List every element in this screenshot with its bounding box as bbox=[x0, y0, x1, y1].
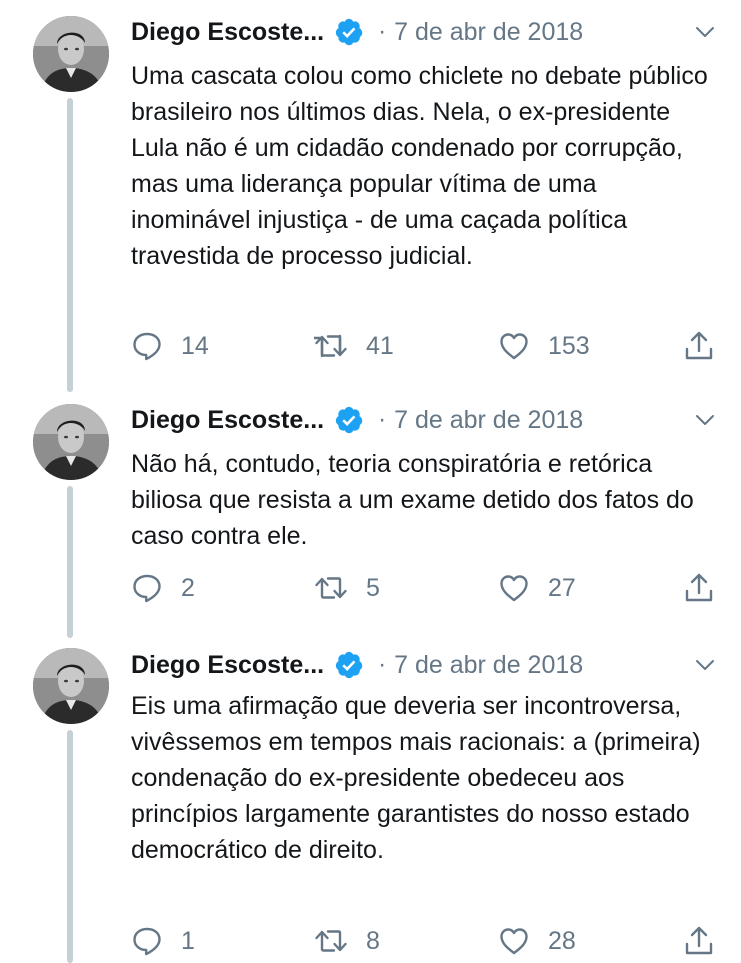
heart-icon bbox=[498, 572, 530, 604]
tweet-text: Uma cascata colou como chiclete no debat… bbox=[131, 62, 708, 270]
tweet-date[interactable]: 7 de abr de 2018 bbox=[394, 18, 583, 47]
tweet-header: Diego Escoste... · 7 de abr de 2018 bbox=[131, 14, 721, 50]
like-count: 153 bbox=[548, 331, 590, 360]
author-name[interactable]: Diego Escoste... bbox=[131, 406, 324, 435]
share-button[interactable] bbox=[683, 923, 715, 959]
retweet-count: 41 bbox=[366, 331, 394, 360]
reply-count: 1 bbox=[181, 926, 195, 955]
reply-count: 2 bbox=[181, 573, 195, 602]
author-name[interactable]: Diego Escoste... bbox=[131, 651, 324, 680]
chevron-down-icon[interactable] bbox=[693, 20, 717, 44]
separator: · bbox=[378, 651, 387, 678]
retweet-icon bbox=[314, 330, 348, 362]
like-count: 27 bbox=[548, 573, 576, 602]
tweet[interactable]: Diego Escoste... · 7 de abr de 2018 Uma … bbox=[0, 0, 741, 392]
like-button[interactable]: 27 bbox=[498, 570, 576, 606]
tweet-actions: 2 5 27 bbox=[131, 570, 721, 606]
retweet-count: 5 bbox=[366, 573, 380, 602]
retweet-button[interactable]: 41 bbox=[314, 328, 394, 364]
like-button[interactable]: 153 bbox=[498, 328, 590, 364]
retweet-count: 8 bbox=[366, 926, 380, 955]
reply-button[interactable]: 14 bbox=[131, 328, 209, 364]
avatar[interactable] bbox=[33, 16, 109, 92]
heart-icon bbox=[498, 925, 530, 957]
reply-icon bbox=[131, 572, 163, 604]
reply-icon bbox=[131, 925, 163, 957]
retweet-button[interactable]: 5 bbox=[314, 570, 380, 606]
tweet[interactable]: Diego Escoste... · 7 de abr de 2018 Eis … bbox=[0, 638, 741, 963]
separator: · bbox=[378, 18, 387, 45]
chevron-down-icon[interactable] bbox=[693, 653, 717, 677]
reply-count: 14 bbox=[181, 331, 209, 360]
tweet-text: Não há, contudo, teoria conspiratória e … bbox=[131, 450, 694, 550]
like-button[interactable]: 28 bbox=[498, 923, 576, 959]
thread-line bbox=[67, 486, 73, 638]
tweet-text: Eis uma afirmação que deveria ser incont… bbox=[131, 692, 701, 864]
share-button[interactable] bbox=[683, 570, 715, 606]
tweet-date[interactable]: 7 de abr de 2018 bbox=[394, 651, 583, 680]
share-icon bbox=[683, 925, 715, 957]
verified-badge-icon bbox=[334, 17, 364, 47]
verified-badge-icon bbox=[334, 405, 364, 435]
tweet-date[interactable]: 7 de abr de 2018 bbox=[394, 406, 583, 435]
reply-button[interactable]: 2 bbox=[131, 570, 195, 606]
tweet-header: Diego Escoste... · 7 de abr de 2018 bbox=[131, 647, 721, 683]
heart-icon bbox=[498, 330, 530, 362]
tweet-actions: 1 8 28 bbox=[131, 923, 721, 959]
share-button[interactable] bbox=[683, 328, 715, 364]
verified-badge-icon bbox=[334, 650, 364, 680]
like-count: 28 bbox=[548, 926, 576, 955]
share-icon bbox=[683, 572, 715, 604]
retweet-icon bbox=[314, 925, 348, 957]
tweet-header: Diego Escoste... · 7 de abr de 2018 bbox=[131, 402, 721, 438]
thread-line bbox=[67, 730, 73, 963]
tweet-actions: 14 41 153 bbox=[131, 328, 721, 364]
retweet-icon bbox=[314, 572, 348, 604]
author-name[interactable]: Diego Escoste... bbox=[131, 18, 324, 47]
tweet[interactable]: Diego Escoste... · 7 de abr de 2018 Não … bbox=[0, 392, 741, 638]
share-icon bbox=[683, 330, 715, 362]
reply-button[interactable]: 1 bbox=[131, 923, 195, 959]
thread-line bbox=[67, 98, 73, 392]
separator: · bbox=[378, 406, 387, 433]
reply-icon bbox=[131, 330, 163, 362]
avatar[interactable] bbox=[33, 404, 109, 480]
chevron-down-icon[interactable] bbox=[693, 408, 717, 432]
retweet-button[interactable]: 8 bbox=[314, 923, 380, 959]
tweet-thread: Diego Escoste... · 7 de abr de 2018 Uma … bbox=[0, 0, 741, 963]
avatar[interactable] bbox=[33, 648, 109, 724]
